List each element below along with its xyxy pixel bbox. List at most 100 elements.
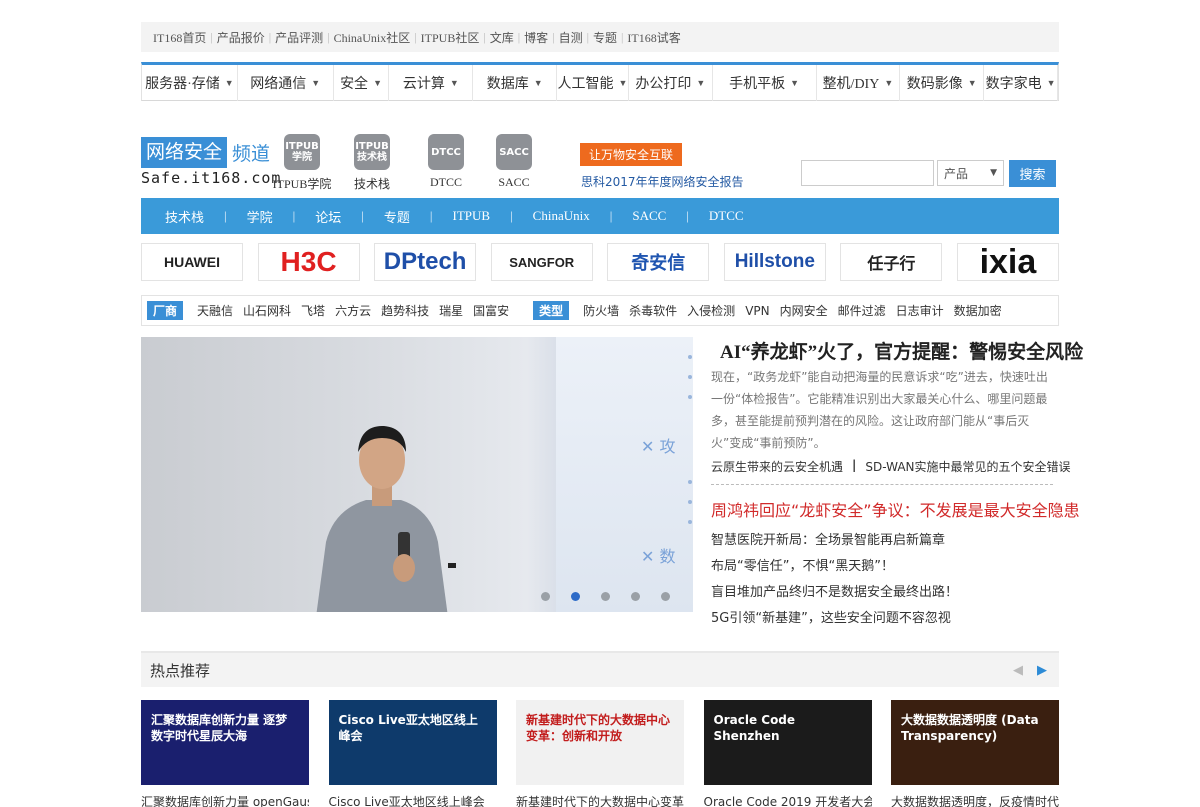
subnav-item[interactable]: 技术栈 [165,207,204,226]
vendor-tag[interactable]: 趋势科技 [381,302,429,319]
news-item[interactable]: 布局“零信任”，不惧“黑天鹅”！ [711,554,958,580]
brand-logo[interactable]: Hillstone [723,243,826,281]
top-link[interactable]: 产品评测 [275,29,323,46]
news-item[interactable]: 智慧医院开新局：全场景智能再启新篇章 [711,528,958,554]
main-nav-item[interactable]: 服务器·存储 ▼ [142,65,238,101]
hot-card-image[interactable]: 新基建时代下的大数据中心变革：创新和开放 [516,700,684,785]
hot-card[interactable]: 新基建时代下的大数据中心变革：创新和开放新基建时代下的大数据中心变革 [516,700,684,807]
hero-headline[interactable]: AI“养龙虾”火了，官方提醒：警惕安全风险 [720,337,1083,364]
channel-shortcut[interactable]: ITPUB 技术栈 技术栈 [342,134,402,192]
type-tag[interactable]: VPN [745,304,769,318]
hot-card-image[interactable]: Cisco Live亚太地区线上峰会 [328,700,497,785]
news-item[interactable]: 5G引领“新基建”，这些安全问题不容忽视 [711,606,958,632]
hero-slide-image[interactable]: ✕ 攻 ✕ 数 [141,337,693,612]
main-nav-item[interactable]: 数字家电 ▼ [984,65,1058,101]
hot-card-caption[interactable]: 汇聚数据库创新力量 openGauss [141,793,309,807]
vendor-tag[interactable]: 国富安 [473,302,509,319]
main-nav-item[interactable]: 安全 ▼ [334,65,390,101]
type-tag[interactable]: 防火墙 [583,302,619,319]
main-nav-item[interactable]: 整机/DIY ▼ [817,65,901,101]
channel-logo[interactable]: 网络安全 频道 Safe.it168.com [141,137,281,187]
hot-card[interactable]: Cisco Live亚太地区线上峰会 Cisco Live亚太地区线上峰会 [328,700,497,807]
top-link[interactable]: IT168试客 [627,29,680,46]
top-link[interactable]: ChinaUnix社区 [334,29,411,46]
vendor-tag[interactable]: 六方云 [335,302,371,319]
slide-dot[interactable] [601,592,610,601]
brand-logo[interactable]: SANGFOR [490,243,593,281]
subnav-item[interactable]: ChinaUnix [533,208,590,224]
search-category-select[interactable]: 产品 ▼ [937,160,1004,186]
hot-card-image[interactable]: 大数据数据透明度 (Data Transparency) [891,700,1059,785]
hot-card-image[interactable]: Oracle Code Shenzhen [703,700,872,785]
promo-link[interactable]: 思科2017年年度网络安全报告 [581,173,744,190]
sublink-2[interactable]: SD-WAN实施中最常见的五个安全错误 [865,458,1070,475]
top-link[interactable]: 产品报价 [217,29,265,46]
channel-label: SACC [498,175,530,189]
caret-down-icon: ▼ [1046,78,1056,88]
prev-arrow-icon[interactable]: ◀ [1013,662,1023,678]
news-item[interactable]: 盲目堆加产品终归不是数据安全最终出路！ [711,580,958,606]
subnav-item[interactable]: 专题 [384,207,410,226]
vendor-tag[interactable]: 山石网科 [243,302,291,319]
subnav-item[interactable]: 论坛 [315,207,341,226]
main-nav-item[interactable]: 网络通信 ▼ [238,65,334,101]
slide-dot[interactable] [631,592,640,601]
next-arrow-icon[interactable]: ▶ [1037,662,1047,678]
channel-shortcut[interactable]: SACC SACC [484,134,544,190]
main-nav-item[interactable]: 数据库 ▼ [473,65,558,101]
slide-dot[interactable] [571,592,580,601]
top-link[interactable]: 文库 [490,29,514,46]
divider [711,484,1053,485]
brand-logo[interactable]: 任子行 [840,243,943,281]
search-input[interactable] [801,160,934,186]
subnav-item[interactable]: DTCC [709,208,744,224]
caret-down-icon: ▼ [967,78,977,88]
brand-logo[interactable]: DPtech [374,243,477,281]
brand-logo[interactable]: HUAWEI [141,243,243,281]
sublink-1[interactable]: 云原生带来的云安全机遇 [711,458,843,475]
vendor-tag[interactable]: 飞塔 [301,302,325,319]
slide-dot[interactable] [661,592,670,601]
hot-card[interactable]: Oracle Code Shenzhen Oracle Code 2019 开发者… [703,700,872,807]
hot-card-caption[interactable]: Cisco Live亚太地区线上峰会 [329,793,497,807]
top-link[interactable]: 自测 [559,29,583,46]
channel-shortcut[interactable]: DTCC DTCC [416,134,476,190]
top-link[interactable]: IT168首页 [153,29,206,46]
search-button[interactable]: 搜索 [1009,160,1056,187]
promo-badge[interactable]: 让万物安全互联 [580,143,683,166]
hot-card-caption[interactable]: Oracle Code 2019 开发者大会 [704,793,872,807]
subnav-item[interactable]: 学院 [247,207,273,226]
brand-logo[interactable]: ixia [956,243,1059,281]
featured-red-headline[interactable]: 周鸿祎回应“龙虾安全”争议：不发展是最大安全隐患 [711,497,1080,521]
main-nav-item[interactable]: 云计算 ▼ [389,65,474,101]
main-nav-item[interactable]: 手机平板 ▼ [713,65,817,101]
channel-shortcut[interactable]: ITPUB 学院 ITPUB学院 [272,134,332,192]
hot-card-caption[interactable]: 大数据数据透明度，反疫情时代 [891,793,1059,807]
top-link[interactable]: 博客 [524,29,548,46]
type-tag[interactable]: 杀毒软件 [629,302,677,319]
hot-card-image[interactable]: 汇聚数据库创新力量 逐梦数字时代星辰大海 [141,700,309,785]
vendor-tag[interactable]: 瑞星 [439,302,463,319]
vendor-tag[interactable]: 天融信 [197,302,233,319]
type-tag[interactable]: 邮件过滤 [838,302,886,319]
type-tag[interactable]: 数据加密 [954,302,1002,319]
channel-badge-icon: DTCC [428,134,464,170]
hot-card[interactable]: 汇聚数据库创新力量 逐梦数字时代星辰大海汇聚数据库创新力量 openGauss [141,700,309,807]
type-tag[interactable]: 内网安全 [780,302,828,319]
top-link[interactable]: 专题 [593,29,617,46]
slide-dot[interactable] [541,592,550,601]
main-nav-item[interactable]: 办公打印 ▼ [629,65,713,101]
brand-logo[interactable]: 奇安信 [607,243,710,281]
top-link[interactable]: ITPUB社区 [421,29,480,46]
subnav-item[interactable]: ITPUB [453,208,491,224]
hot-card[interactable]: 大数据数据透明度 (Data Transparency) 大数据数据透明度，反疫情… [891,700,1059,807]
type-tag[interactable]: 日志审计 [896,302,944,319]
type-tag[interactable]: 入侵检测 [687,302,735,319]
channel-badge-icon: SACC [496,134,532,170]
brand-logo[interactable]: H3C [257,243,360,281]
hot-card-caption[interactable]: 新基建时代下的大数据中心变革 [516,793,684,807]
main-nav-item[interactable]: 人工智能 ▼ [557,65,629,101]
subnav-item[interactable]: SACC [632,208,666,224]
main-nav-item[interactable]: 数码影像 ▼ [900,65,985,101]
caret-down-icon: ▼ [618,78,628,88]
